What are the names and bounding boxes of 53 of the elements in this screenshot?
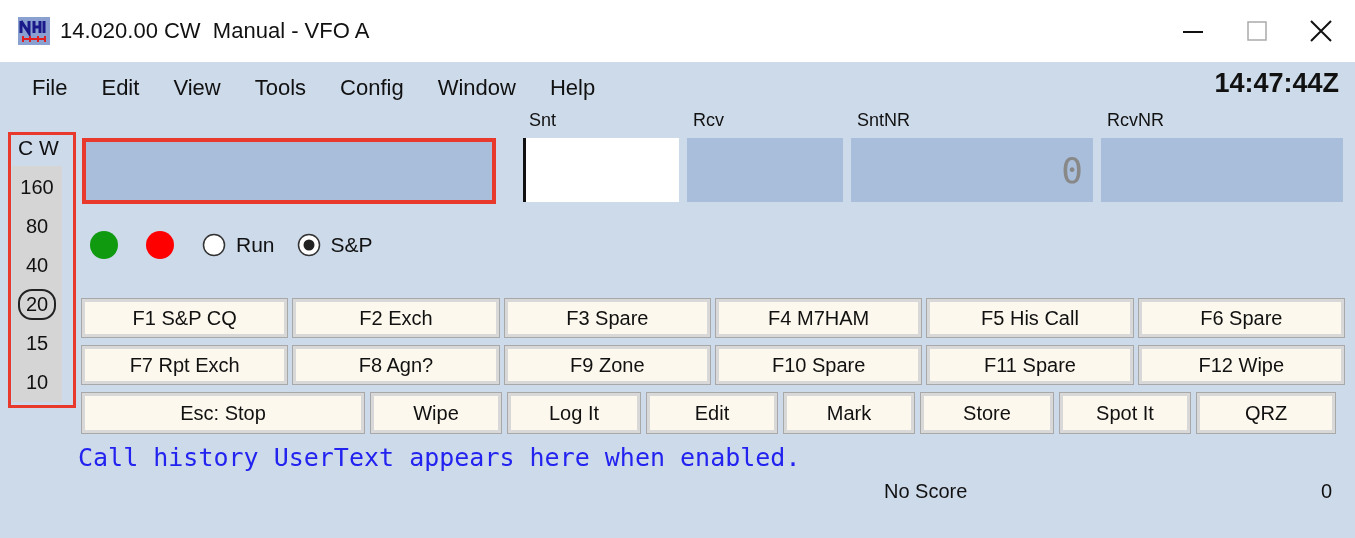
radio-button[interactable]: Run [202,233,275,257]
function-key-button[interactable]: F11 Spare [927,346,1133,384]
maximize-icon[interactable] [1245,19,1269,43]
function-key-button[interactable]: F12 Wipe [1138,346,1344,384]
band-button[interactable]: 10 [15,363,59,402]
menu-item[interactable]: Config [340,75,404,101]
qso-count: 0 [1320,480,1333,503]
action-button[interactable]: Spot It [1060,393,1190,433]
radio-circle-icon[interactable] [296,233,321,257]
function-key-button[interactable]: F9 Zone [504,346,710,384]
function-key-button[interactable]: F1 S&P CQ [82,299,288,337]
menu-item[interactable]: View [173,75,221,101]
window-title: 14.020.00 CW Manual - VFO A [60,18,370,44]
function-key-button[interactable]: F5 His Call [927,299,1133,337]
field-label: Rcv [692,110,725,132]
input-field[interactable] [1101,138,1343,202]
field-label: RcvNR [1106,110,1165,132]
app-logo-icon [18,17,50,45]
function-key-button[interactable]: F3 Spare [504,299,710,337]
function-key-button[interactable]: F10 Spare [716,346,922,384]
action-button[interactable]: Edit [647,393,777,433]
menu-item[interactable]: Tools [254,75,307,101]
call-input-field[interactable] [82,138,496,204]
band-button[interactable]: 160 [15,168,59,207]
input-field[interactable] [687,138,843,202]
action-button[interactable]: Esc: Stop [82,393,364,433]
menu-item[interactable]: Help [549,75,596,101]
field-label: SntNR [856,110,911,132]
menu-item[interactable]: Edit [101,75,140,101]
function-key-button[interactable]: F4 M7HAM [716,299,922,337]
mode-label: C W [17,136,59,161]
function-key-button[interactable]: F7 Rpt Exch [82,346,288,384]
score-label: No Score [884,480,968,503]
action-button[interactable]: Log It [508,393,640,433]
clock: 14:47:44Z [1214,68,1340,99]
close-icon[interactable] [1309,19,1333,43]
action-button[interactable]: Wipe [371,393,501,433]
radio-button[interactable]: S&P [296,233,373,257]
field-label: Snt [528,110,558,132]
menu-item[interactable]: Window [437,75,516,101]
radio-circle-icon[interactable] [202,233,226,257]
band-button[interactable]: 80 [15,207,59,246]
band-button[interactable]: 15 [15,324,59,363]
function-key-button[interactable]: F8 Agn? [293,346,499,384]
action-button[interactable]: QRZ [1197,393,1335,433]
menu-item[interactable]: File [32,75,68,101]
function-key-button[interactable]: F2 Exch [293,299,499,337]
band-button[interactable]: 40 [15,246,59,285]
action-button[interactable]: Mark [784,393,914,433]
function-key-button[interactable]: F6 Spare [1138,299,1344,337]
user-text: Call history UserText appears here when enabled. [78,443,802,472]
action-button[interactable]: Store [921,393,1053,433]
input-field[interactable] [523,138,679,202]
